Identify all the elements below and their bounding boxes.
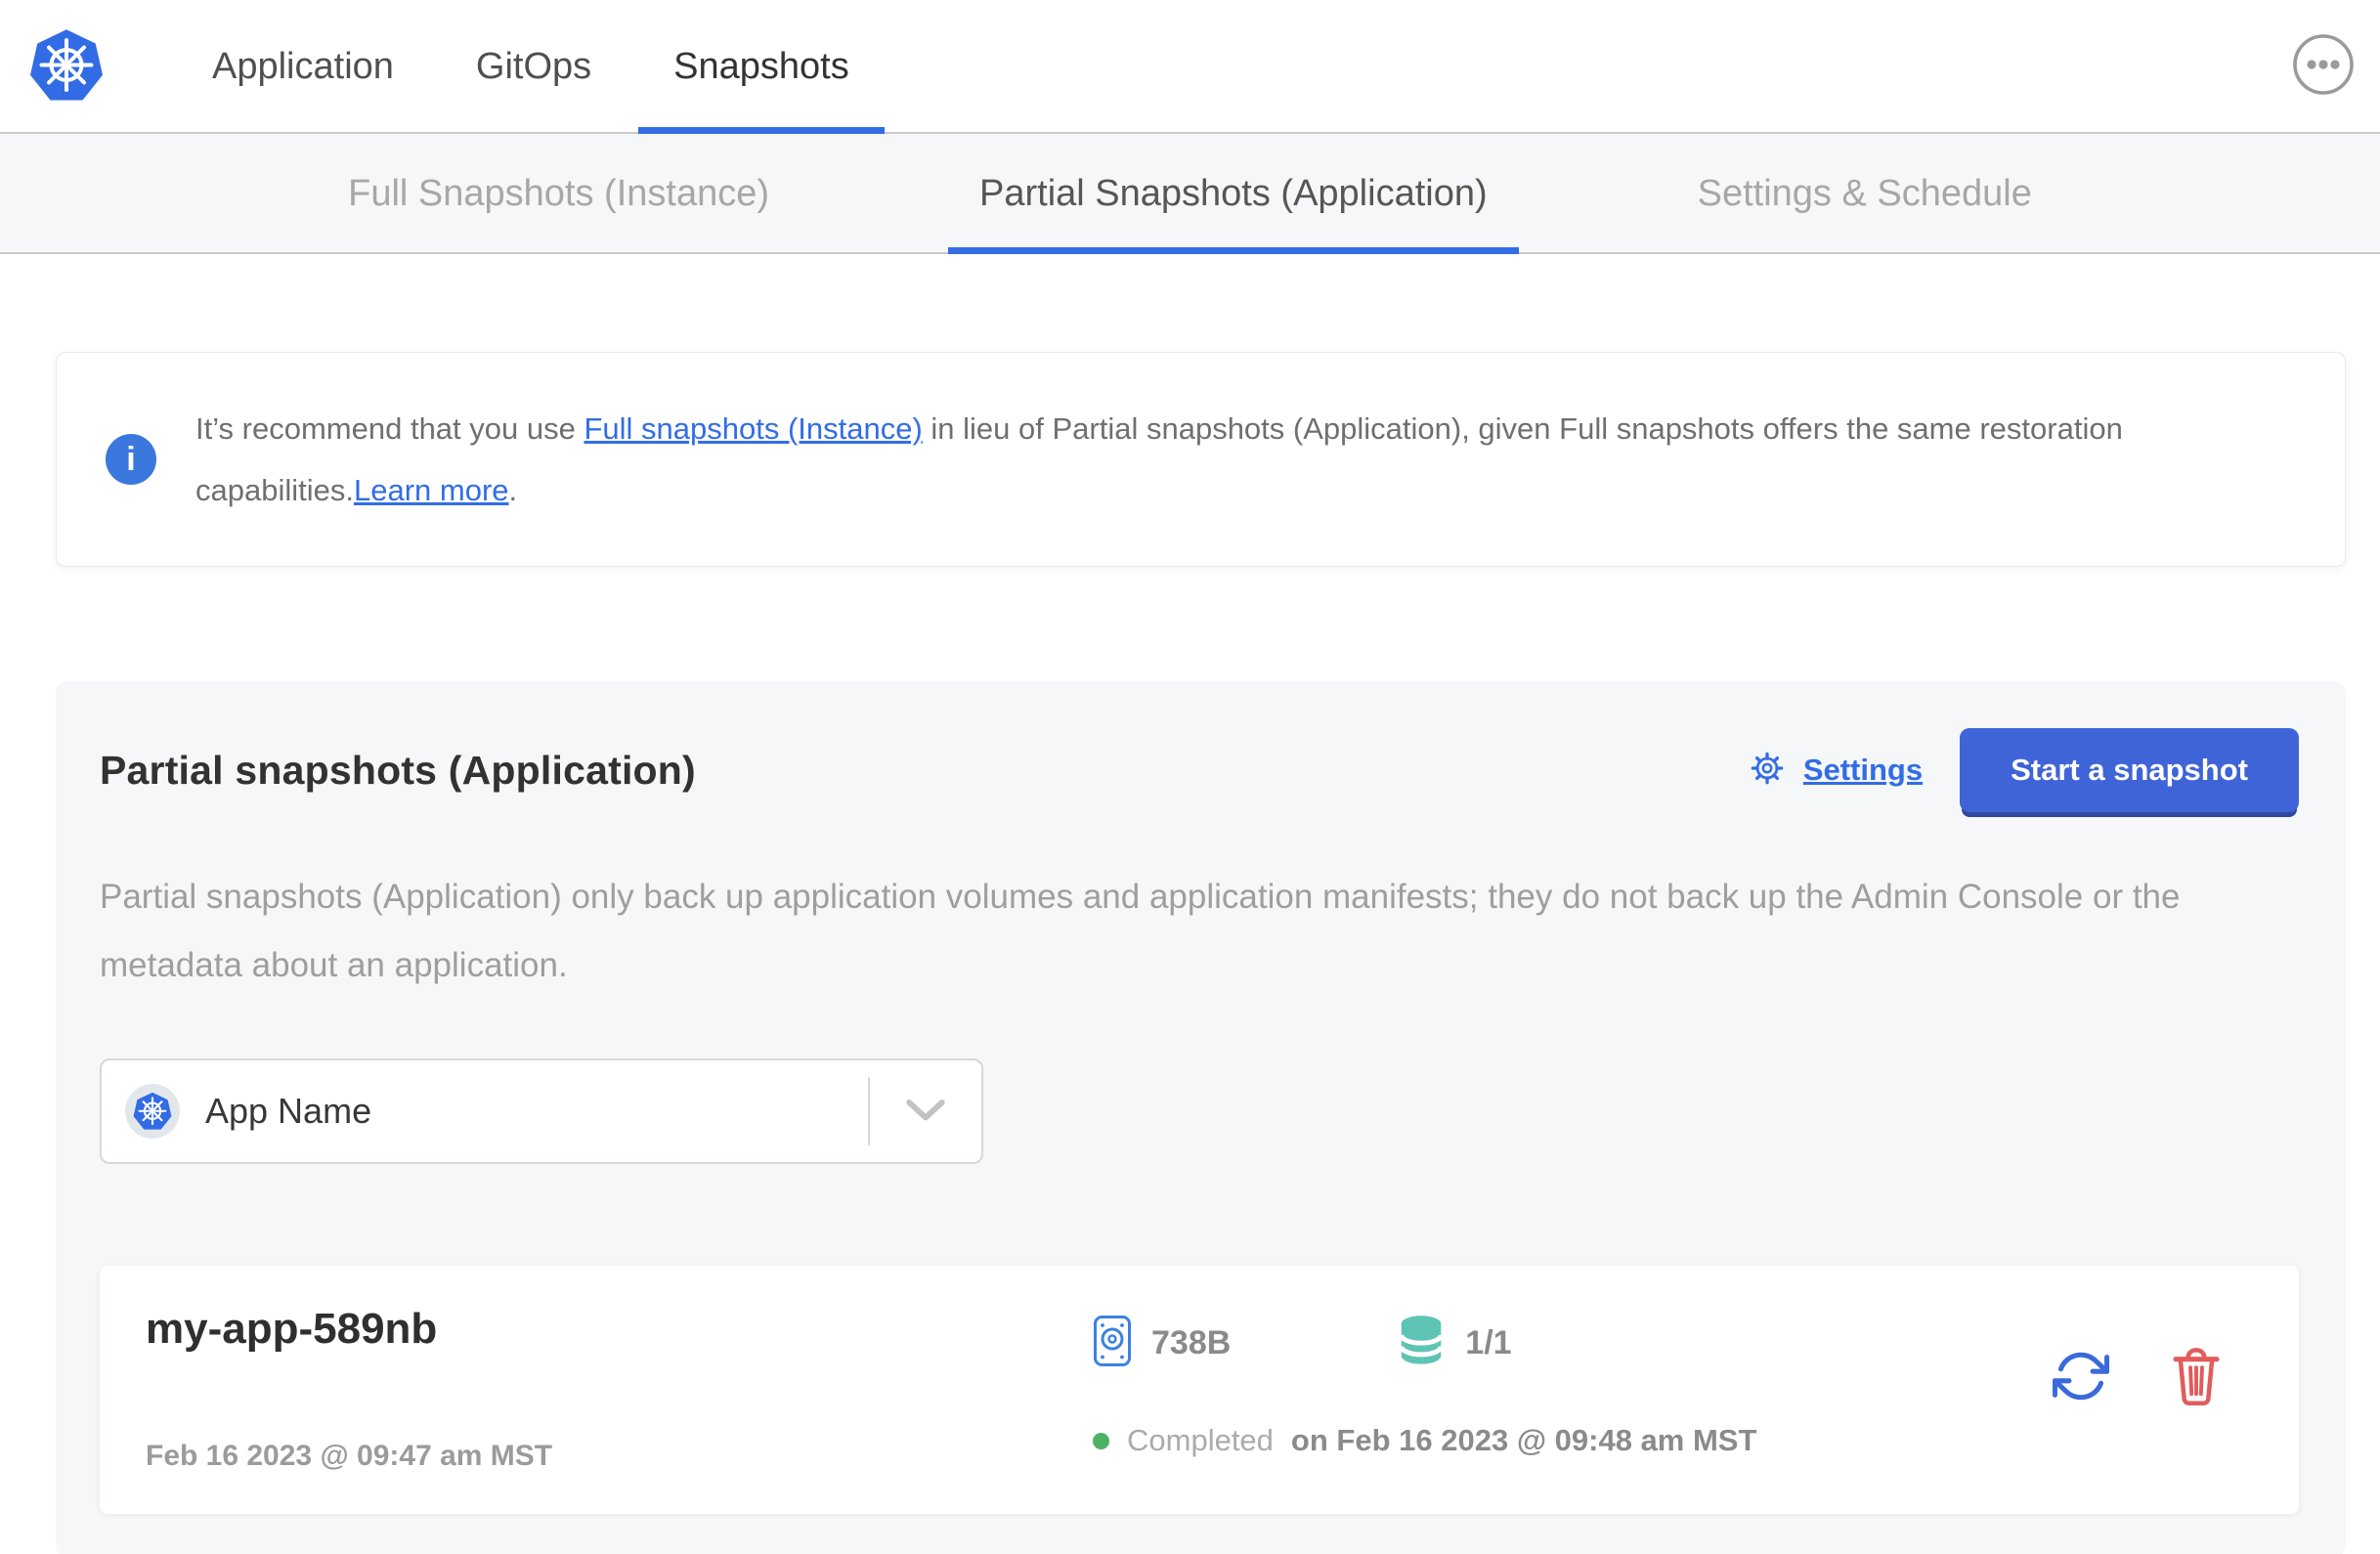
snapshot-metrics: 738B 1/1: [1093, 1315, 2053, 1372]
learn-more-link[interactable]: Learn more: [354, 473, 509, 507]
snapshot-volumes-value: 1/1: [1465, 1324, 1512, 1361]
full-snapshots-link[interactable]: Full snapshots (Instance): [584, 411, 922, 446]
subtab-full-snapshots[interactable]: Full Snapshots (Instance): [348, 134, 769, 254]
snapshot-details: 738B 1/1 Completed on Feb 16 2023 @ 09:4…: [1093, 1266, 2053, 1514]
page-title: Partial snapshots (Application): [100, 747, 696, 793]
top-nav: Application GitOps Snapshots: [0, 0, 2380, 134]
snapshot-settings-link[interactable]: Settings: [1745, 746, 1923, 796]
trash-icon[interactable]: [2170, 1348, 2223, 1411]
gear-icon: [1745, 746, 1790, 796]
card-actions: Settings Start a snapshot: [1745, 728, 2299, 812]
status-finished-text: on Feb 16 2023 @ 09:48 am MST: [1291, 1423, 1757, 1458]
tab-application[interactable]: Application: [212, 0, 394, 134]
info-banner: i It’s recommend that you use Full snaps…: [56, 352, 2346, 567]
disk-volume-icon: [1093, 1315, 1132, 1372]
app-name-select[interactable]: App Name: [100, 1058, 983, 1164]
banner-text-before: It’s recommend that you use: [195, 411, 584, 446]
card-header: Partial snapshots (Application) Settings…: [100, 728, 2299, 812]
snapshot-row: my-app-589nb Feb 16 2023 @ 09:47 am MST: [100, 1266, 2299, 1514]
snapshot-size-value: 738B: [1151, 1324, 1232, 1361]
app-select-value: App Name: [205, 1091, 372, 1131]
start-snapshot-button[interactable]: Start a snapshot: [1960, 728, 2299, 812]
tab-gitops[interactable]: GitOps: [476, 0, 591, 134]
info-glyph: i: [126, 440, 136, 478]
info-icon: i: [106, 434, 156, 485]
main-content: i It’s recommend that you use Full snaps…: [56, 254, 2346, 1554]
partial-snapshots-card: Partial snapshots (Application) Settings…: [56, 681, 2346, 1554]
more-menu-icon[interactable]: [2291, 32, 2356, 97]
kubernetes-logo: [27, 25, 106, 106]
subtab-partial-snapshots[interactable]: Partial Snapshots (Application): [948, 134, 1519, 254]
snapshot-size: 738B: [1093, 1315, 1231, 1372]
snapshot-name: my-app-589nb: [146, 1305, 438, 1353]
status-label: Completed: [1127, 1423, 1274, 1457]
restore-icon[interactable]: [2052, 1348, 2110, 1409]
snapshot-volumes: 1/1: [1397, 1315, 1512, 1372]
snapshot-started-date: Feb 16 2023 @ 09:47 am MST: [146, 1440, 553, 1472]
primary-tabs: Application GitOps Snapshots: [212, 0, 885, 134]
snapshot-identity: my-app-589nb Feb 16 2023 @ 09:47 am MST: [100, 1266, 1093, 1514]
snapshots-subnav: Full Snapshots (Instance) Partial Snapsh…: [0, 134, 2380, 254]
snapshot-actions: [2052, 1266, 2299, 1514]
tab-snapshots[interactable]: Snapshots: [638, 0, 885, 134]
settings-label: Settings: [1802, 753, 1924, 787]
database-icon: [1397, 1315, 1446, 1372]
chevron-down-icon[interactable]: [870, 1099, 981, 1124]
status-finished-prefix: on: [1290, 1423, 1328, 1457]
snapshot-status: Completed on Feb 16 2023 @ 09:48 am MST: [1093, 1423, 2053, 1458]
card-description: Partial snapshots (Application) only bac…: [100, 878, 2181, 984]
snapshot-finished-date: Feb 16 2023 @ 09:48 am MST: [1336, 1423, 1757, 1457]
banner-text: It’s recommend that you use Full snapsho…: [195, 398, 2248, 521]
snapshots-page: Application GitOps Snapshots Full Snapsh…: [0, 0, 2380, 1554]
kubernetes-icon: [125, 1084, 180, 1139]
banner-text-after: .: [508, 473, 518, 507]
status-dot: [1093, 1432, 1109, 1449]
subtab-settings-schedule[interactable]: Settings & Schedule: [1698, 134, 2032, 254]
